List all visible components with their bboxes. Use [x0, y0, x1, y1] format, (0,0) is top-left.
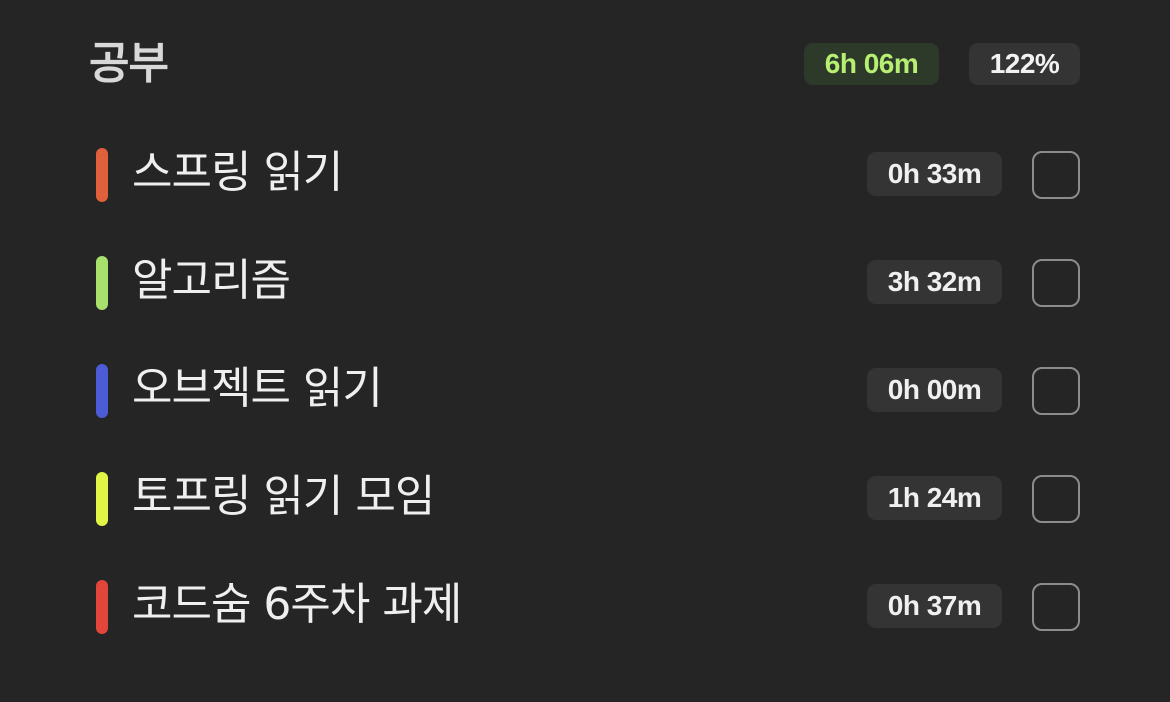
task-time-badge: 1h 24m [867, 476, 1002, 520]
task-color-bar [96, 472, 108, 526]
task-time-badge: 3h 32m [867, 260, 1002, 304]
task-color-bar [96, 148, 108, 202]
task-name[interactable]: 토프링 읽기 모임 [132, 466, 435, 528]
task-color-bar [96, 256, 108, 310]
task-checkbox[interactable] [1032, 475, 1080, 523]
task-row[interactable]: 알고리즘 3h 32m [0, 228, 1170, 336]
task-row[interactable]: 오브젝트 읽기 0h 00m [0, 336, 1170, 444]
task-row[interactable]: 토프링 읽기 모임 1h 24m [0, 444, 1170, 552]
task-time-badge: 0h 37m [867, 584, 1002, 628]
task-name[interactable]: 코드숨 6주차 과제 [132, 574, 462, 636]
task-row[interactable]: 스프링 읽기 0h 33m [0, 120, 1170, 228]
category-title: 공부 [89, 38, 169, 89]
task-color-bar [96, 364, 108, 418]
task-time-badge: 0h 33m [867, 152, 1002, 196]
task-name[interactable]: 오브젝트 읽기 [132, 358, 383, 420]
task-row[interactable]: 코드숨 6주차 과제 0h 37m [0, 552, 1170, 660]
task-checkbox[interactable] [1032, 151, 1080, 199]
category-header: 공부 6h 06m 122% [0, 0, 1170, 130]
total-time-badge: 6h 06m [804, 43, 939, 85]
task-color-bar [96, 580, 108, 634]
percent-badge: 122% [969, 43, 1080, 85]
task-time-badge: 0h 00m [867, 368, 1002, 412]
task-checkbox[interactable] [1032, 583, 1080, 631]
task-name[interactable]: 알고리즘 [132, 250, 291, 312]
task-checkbox[interactable] [1032, 367, 1080, 415]
task-name[interactable]: 스프링 읽기 [132, 142, 343, 204]
task-checkbox[interactable] [1032, 259, 1080, 307]
task-list: 스프링 읽기 0h 33m 알고리즘 3h 32m 오브젝트 읽기 0h 00m… [0, 120, 1170, 660]
